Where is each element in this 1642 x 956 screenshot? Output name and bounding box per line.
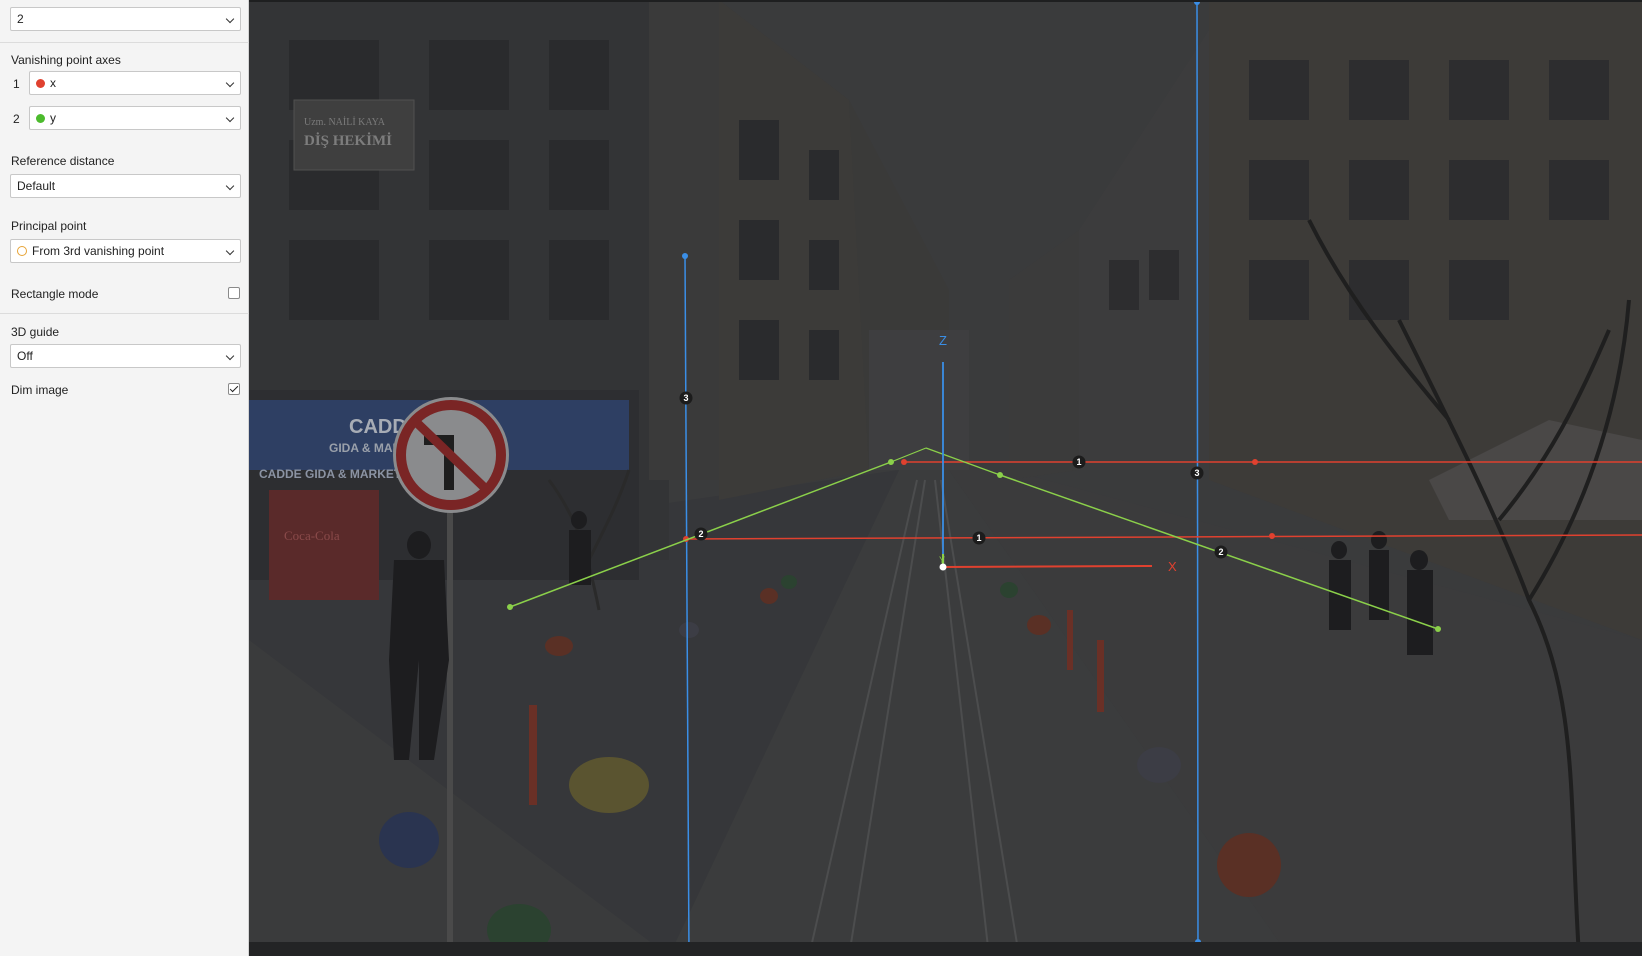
axis-row-number-2: 2 [13, 112, 20, 126]
x-axis-gizmo [942, 565, 1153, 568]
dim-image-checkbox[interactable] [228, 383, 240, 395]
canvas-bottom-border [249, 942, 1642, 956]
x-axis-label: X [1168, 559, 1177, 574]
circle-outline-icon [17, 246, 27, 256]
chevron-down-icon [225, 14, 235, 24]
x-vp-handle-label: 1 [976, 533, 981, 543]
axis-2-value: y [50, 111, 56, 125]
chevron-down-icon [225, 181, 235, 191]
y-vp-handle-label: 2 [1218, 547, 1223, 557]
image-canvas[interactable]: CADDE GIDA & MARKET CADDE GIDA & MARKET … [249, 0, 1642, 956]
distant-buildings [869, 330, 969, 470]
chevron-down-icon [225, 246, 235, 256]
axis-row-number-1: 1 [13, 77, 20, 91]
green-dot-icon [36, 114, 45, 123]
vanishing-point-axes-label: Vanishing point axes [11, 53, 121, 67]
reference-distance-select[interactable]: Default [10, 174, 241, 198]
x-endpoint-handle[interactable] [1269, 533, 1275, 539]
z-vp-handle-label: 3 [1194, 468, 1199, 478]
settings-panel: 2 Vanishing point axes 1 x 2 y Reference… [0, 0, 249, 956]
x-vp-handle-label: 1 [1076, 457, 1081, 467]
axis-2-select[interactable]: y [29, 106, 241, 130]
canvas-top-border [249, 0, 1642, 2]
y-endpoint-handle[interactable] [997, 472, 1003, 478]
y-vp-handle-label: 2 [698, 529, 703, 539]
reference-distance-label: Reference distance [11, 154, 115, 168]
principal-point-label: Principal point [11, 219, 87, 233]
y-endpoint-handle[interactable] [888, 459, 894, 465]
chevron-down-icon [225, 113, 235, 123]
axis-1-select[interactable]: x [29, 71, 241, 95]
principal-point-select[interactable]: From 3rd vanishing point [10, 239, 241, 263]
z-vp-handle-label: 3 [683, 393, 688, 403]
y-axis-label: Y [939, 555, 945, 565]
y-endpoint-handle[interactable] [507, 604, 513, 610]
rectangle-mode-checkbox[interactable] [228, 287, 240, 299]
divider [0, 313, 249, 314]
z-endpoint-handle[interactable] [682, 253, 688, 259]
x-endpoint-handle[interactable] [901, 459, 907, 465]
vanishing-point-count-select[interactable]: 2 [10, 7, 241, 31]
chevron-down-icon [225, 351, 235, 361]
axis-1-value: x [50, 76, 56, 90]
rectangle-mode-label: Rectangle mode [11, 287, 99, 301]
dentist-name: Uzm. NAİLİ KAYA [304, 116, 386, 128]
chevron-down-icon [225, 78, 235, 88]
3d-guide-value: Off [17, 349, 33, 363]
reference-distance-value: Default [17, 179, 56, 193]
principal-point-value: From 3rd vanishing point [32, 244, 165, 258]
divider [0, 42, 249, 43]
3d-guide-select[interactable]: Off [10, 344, 241, 368]
dentist-title: DİŞ HEKİMİ [304, 132, 392, 149]
y-endpoint-handle[interactable] [1435, 626, 1441, 632]
red-dot-icon [36, 79, 45, 88]
cola-sign: Coca-Cola [284, 528, 340, 543]
dimmed-street-photo: CADDE GIDA & MARKET CADDE GIDA & MARKET … [249, 0, 1642, 956]
dim-image-label: Dim image [11, 383, 69, 397]
3d-guide-label: 3D guide [11, 325, 60, 339]
z-axis-label: Z [939, 333, 947, 348]
dentist-sign: Uzm. NAİLİ KAYA DİŞ HEKİMİ [293, 99, 415, 171]
shop-sign-strip: CADDE GIDA & MARKET [259, 467, 402, 481]
x-endpoint-handle[interactable] [1252, 459, 1258, 465]
vanishing-point-count-value: 2 [17, 12, 24, 26]
